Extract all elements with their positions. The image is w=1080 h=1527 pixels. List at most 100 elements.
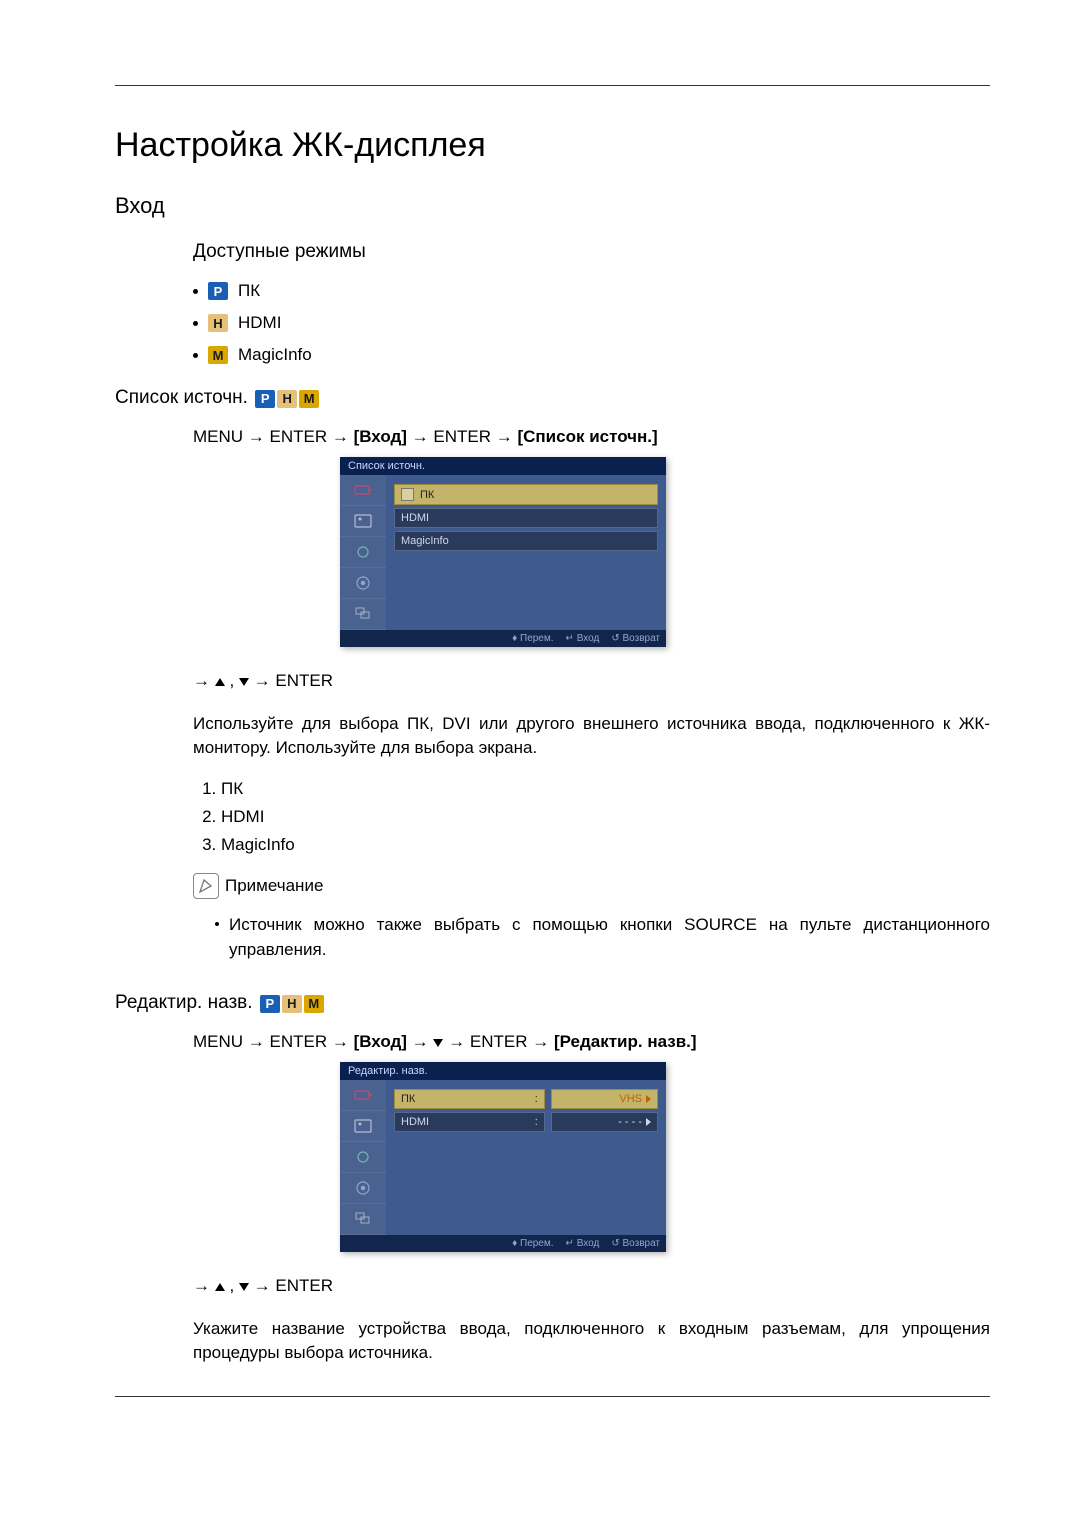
osd-item-label: HDMI [401,512,429,524]
path-seg: MENU → ENTER → [193,427,349,446]
osd-row-right: - - - - [551,1112,658,1132]
hint-seg: , [229,1276,234,1295]
footer-label: Вход [577,1238,600,1249]
edit-nav-hint: → , → ENTER [193,1274,990,1299]
osd-item-label: ПК [420,489,434,501]
path-bold: [Список источн.] [517,427,657,446]
osd-side-icon-sound [340,537,386,568]
osd-side-icon-multi [340,1204,386,1235]
osd-item-label: MagicInfo [401,535,449,547]
path-bold: [Вход] [354,1032,407,1051]
osd-row-label: ПК [401,1093,415,1105]
arrow-down-icon [239,678,249,686]
note-text: Источник можно также выбрать с помощью к… [229,913,990,962]
note-list: Источник можно также выбрать с помощью к… [193,909,990,966]
edit-name-path: MENU → ENTER → [Вход] → → ENTER → [Редак… [193,1032,990,1052]
edit-description: Укажите название устройства ввода, подкл… [193,1317,990,1366]
osd-side-icon-multi [340,599,386,630]
badge-m-icon: M [208,346,228,364]
path-seg: → ENTER → [412,427,513,446]
osd-side-icon-setup [340,568,386,599]
osd-side-icon-input [340,475,386,506]
osd-side-icon-picture [340,1111,386,1142]
badge-m-icon: M [299,390,319,408]
heading-text: Список источн. [115,387,248,408]
footer-return: ↺ Возврат [611,1238,660,1249]
source-list-path: MENU → ENTER → [Вход] → ENTER → [Список … [193,427,990,447]
osd-row-value: VHS [619,1093,642,1105]
bottom-rule [115,1396,990,1397]
footer-move: ♦ Перем. [512,633,553,644]
check-icon [401,488,414,501]
arrow-down-icon [433,1039,443,1047]
mode-label: MagicInfo [238,345,312,365]
osd-row-left: HDMI : [394,1112,545,1132]
path-seg: → [412,1032,429,1051]
chevron-right-icon [646,1095,651,1103]
osd-side-icon-sound [340,1142,386,1173]
osd-item-pk[interactable]: ПК [394,484,658,505]
osd-title: Редактир. назв. [340,1062,666,1080]
footer-return: ↺ Возврат [611,633,660,644]
badge-h-icon: H [208,314,228,332]
arrow-down-icon [239,1283,249,1291]
path-seg: → ENTER → [448,1032,549,1051]
osd-body: ПК HDMI MagicInfo [340,475,666,630]
page-title: Настройка ЖК-дисплея [115,126,990,165]
note-icon [193,873,219,899]
osd-sidebar [340,475,386,630]
osd-row-pk[interactable]: ПК : VHS [394,1089,658,1109]
arrow-up-icon [215,678,225,686]
osd-side-icon-setup [340,1173,386,1204]
note-heading: Примечание [193,873,990,899]
badge-h-icon: H [282,995,302,1013]
top-rule [115,85,990,86]
source-description: Используйте для выбора ПК, DVI или друго… [193,712,990,761]
path-bold: [Редактир. назв.] [554,1032,697,1051]
bullet-icon [193,321,198,326]
ol-item: HDMI [221,807,990,827]
badge-p-icon: P [260,995,280,1013]
osd-row-value: - - - - [618,1116,642,1128]
badge-p-icon: P [255,390,275,408]
osd-body: ПК : VHS HDMI : - - - - [340,1080,666,1235]
path-seg: MENU → ENTER → [193,1032,349,1051]
mode-label: HDMI [238,313,281,333]
mode-item-hdmi: H HDMI [193,313,990,333]
heading-source-list: Список источн. PHM [115,387,990,409]
bullet-icon [193,289,198,294]
ol-item: MagicInfo [221,835,990,855]
osd-footer: ♦ Перем. ↵ Вход ↺ Возврат [340,630,666,647]
osd-row-hdmi[interactable]: HDMI : - - - - [394,1112,658,1132]
arrow-up-icon [215,1283,225,1291]
heading-input: Вход [115,193,990,219]
heading-modes: Доступные режимы [193,241,990,263]
osd-row-right: VHS [551,1089,658,1109]
hint-seg: → [193,1276,210,1295]
heading-badges: PHM [253,387,319,408]
osd-item-hdmi[interactable]: HDMI [394,508,658,528]
mode-label: ПК [238,281,260,301]
osd-side-icon-picture [340,506,386,537]
modes-list: P ПК H HDMI M MagicInfo [193,281,990,365]
osd-side-icon-input [340,1080,386,1111]
page: Настройка ЖК-дисплея Вход Доступные режи… [0,0,1080,1527]
osd-footer: ♦ Перем. ↵ Вход ↺ Возврат [340,1235,666,1252]
source-ordered-list: ПК HDMI MagicInfo [193,779,990,855]
osd-source-list: Список источн. ПК HDMI MagicInfo [340,457,666,647]
hint-seg: → ENTER [254,1276,333,1295]
footer-label: Перем. [520,633,554,644]
footer-label: Вход [577,633,600,644]
footer-enter: ↵ Вход [566,1238,600,1249]
hint-seg: → [193,671,210,690]
chevron-right-icon [646,1118,651,1126]
heading-text: Редактир. назв. [115,992,253,1013]
footer-label: Возврат [623,1238,661,1249]
bullet-icon [215,922,219,926]
note-item: Источник можно также выбрать с помощью к… [193,909,990,966]
mode-item-magicinfo: M MagicInfo [193,345,990,365]
footer-label: Возврат [623,633,661,644]
osd-item-magicinfo[interactable]: MagicInfo [394,531,658,551]
osd-main: ПК : VHS HDMI : - - - - [386,1080,666,1235]
path-bold: [Вход] [354,427,407,446]
